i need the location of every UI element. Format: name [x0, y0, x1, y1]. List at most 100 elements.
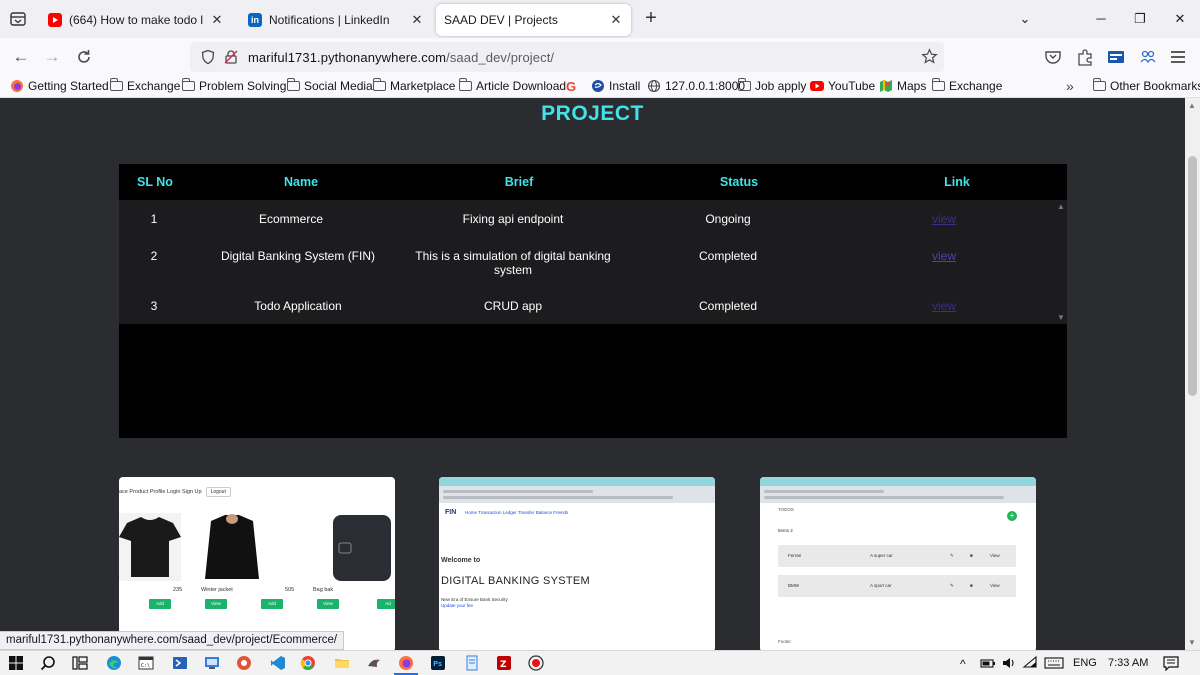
close-window-button[interactable]: ✕: [1171, 10, 1189, 28]
firefox-icon[interactable]: [398, 655, 414, 671]
youtube-icon: [48, 13, 62, 27]
new-tab-button[interactable]: +: [640, 8, 662, 30]
file-explorer-icon[interactable]: [334, 655, 350, 671]
task-view-icon[interactable]: [72, 655, 88, 671]
thumbnail-logout: Logout: [205, 487, 231, 497]
clock[interactable]: 7:33 AM: [1108, 657, 1148, 669]
search-icon[interactable]: [40, 655, 56, 671]
reload-icon[interactable]: [74, 47, 94, 67]
bookmark-article-download[interactable]: Article Download: [459, 78, 567, 93]
project-thumbnail-ecommerce[interactable]: ace Product Profile Login Sign Up Logout …: [119, 477, 395, 650]
folder-icon: [287, 78, 300, 91]
language-indicator[interactable]: ENG: [1073, 657, 1097, 669]
restore-button[interactable]: ❐: [1131, 10, 1149, 28]
powershell-icon[interactable]: [172, 655, 188, 671]
view-link[interactable]: view: [932, 212, 956, 226]
tab-youtube[interactable]: (664) How to make todo list app ✕: [40, 4, 232, 36]
extension-card-icon[interactable]: [1106, 47, 1126, 67]
tray-chevron-icon[interactable]: ^: [960, 657, 966, 671]
minimize-button[interactable]: ─: [1092, 10, 1110, 28]
bookmark-install[interactable]: Install: [591, 79, 640, 93]
notepad-icon[interactable]: [464, 655, 480, 671]
tab-projects[interactable]: SAAD DEV | Projects ✕: [436, 4, 631, 36]
column-header-status: Status: [719, 175, 759, 189]
tab-linkedin[interactable]: in Notifications | LinkedIn ✕: [240, 4, 432, 36]
table-scrollbar[interactable]: ▲ ▼: [1055, 200, 1067, 324]
navigation-toolbar: ← → mariful1731.pythonanywhere.com/saad_…: [0, 38, 1200, 76]
bookmark-marketplace[interactable]: Marketplace: [373, 78, 455, 93]
volume-icon[interactable]: [1001, 655, 1017, 671]
keyboard-icon[interactable]: [1044, 655, 1064, 671]
page-content: PROJECT SL No Name Brief Status Link 1 E…: [0, 98, 1185, 650]
bookmarks-toolbar: Getting Started Exchange Problem Solving…: [0, 76, 1200, 98]
terminal-icon[interactable]: C:\: [138, 655, 154, 671]
battery-icon[interactable]: [980, 655, 996, 671]
filezilla-icon[interactable]: Z: [496, 655, 512, 671]
wifi-icon[interactable]: [1022, 655, 1038, 671]
thumbnail-todos-label: TODOS: [778, 507, 794, 512]
bookmark-label: Article Download: [476, 79, 567, 93]
project-thumbnail-todo[interactable]: TODOS + Items 2 Ferrari A super car ✎ ■ …: [760, 477, 1036, 650]
address-bar[interactable]: mariful1731.pythonanywhere.com/saad_dev/…: [190, 42, 944, 72]
shield-icon[interactable]: [200, 49, 216, 65]
bookmark-localhost[interactable]: 127.0.0.1:8000: [647, 79, 745, 93]
thumbnail-welcome: Welcome to: [441, 557, 481, 564]
record-icon[interactable]: [528, 655, 544, 671]
thumbnail-tab-bar: [439, 477, 715, 486]
list-all-tabs-icon[interactable]: [8, 9, 28, 29]
scroll-up-icon[interactable]: ▲: [1188, 101, 1196, 110]
bookmark-label: 127.0.0.1:8000: [665, 79, 746, 93]
pocket-icon[interactable]: [1043, 47, 1063, 67]
photoshop-icon[interactable]: Ps: [430, 655, 446, 671]
bookmark-other[interactable]: Other Bookmarks: [1093, 78, 1200, 93]
extensions-icon[interactable]: [1075, 47, 1095, 67]
vscode-icon[interactable]: [270, 655, 286, 671]
scroll-down-icon[interactable]: ▼: [1057, 313, 1065, 322]
bookmark-star-icon[interactable]: [921, 48, 938, 65]
bookmark-getting-started[interactable]: Getting Started: [10, 79, 109, 93]
bookmark-job-apply[interactable]: Job apply: [738, 78, 806, 93]
bookmark-exchange[interactable]: Exchange: [110, 78, 180, 93]
scroll-down-icon[interactable]: ▼: [1188, 638, 1196, 647]
page-scrollbar[interactable]: ▲ ▼: [1185, 98, 1200, 650]
app-bird-icon[interactable]: [366, 655, 382, 671]
remote-desktop-icon[interactable]: [204, 655, 220, 671]
forward-button[interactable]: →: [42, 47, 62, 67]
youtube-icon: [810, 81, 824, 91]
bookmark-google[interactable]: G: [566, 79, 576, 94]
table-body[interactable]: 1 Ecommerce Fixing api endpoint Ongoing …: [119, 200, 1067, 324]
bookmark-youtube[interactable]: YouTube: [810, 79, 875, 93]
back-button[interactable]: ←: [11, 47, 31, 67]
insecure-lock-icon[interactable]: [223, 49, 239, 65]
bookmark-label: Social Media: [304, 79, 373, 93]
view-link[interactable]: view: [932, 249, 956, 263]
extension-people-icon[interactable]: [1138, 47, 1158, 67]
project-thumbnail-banking[interactable]: FIN Home Transaction Ledger Transfer Bal…: [439, 477, 715, 650]
linkedin-icon: in: [248, 13, 262, 27]
product-label: Winter jacket: [201, 587, 233, 593]
windows-start-icon[interactable]: [8, 655, 24, 671]
bookmark-label: YouTube: [828, 79, 876, 93]
close-tab-icon[interactable]: ✕: [210, 13, 224, 27]
thumbnail-bookmark-line: [764, 496, 1004, 499]
bookmark-social-media[interactable]: Social Media: [287, 78, 373, 93]
close-tab-icon[interactable]: ✕: [410, 13, 424, 27]
close-tab-icon[interactable]: ✕: [609, 13, 623, 27]
thumbnail-nav: ace Product Profile Login Sign Up Logout: [119, 487, 231, 497]
chrome-icon[interactable]: [300, 655, 316, 671]
app-red-circle-icon[interactable]: [236, 655, 252, 671]
cell-brief: This is a simulation of digital banking …: [415, 249, 611, 277]
bookmark-exchange-2[interactable]: Exchange: [932, 78, 1002, 93]
svg-text:Ps: Ps: [433, 660, 442, 668]
view-link[interactable]: view: [932, 299, 956, 313]
bookmark-problem-solving[interactable]: Problem Solving: [182, 78, 286, 93]
scroll-up-icon[interactable]: ▲: [1057, 202, 1065, 211]
scrollbar-thumb[interactable]: [1188, 156, 1197, 396]
notification-icon[interactable]: [1163, 655, 1179, 671]
chevron-down-icon[interactable]: ⌄: [1016, 10, 1034, 28]
menu-icon[interactable]: [1168, 47, 1188, 67]
product-label: Bag bak: [313, 587, 334, 593]
more-bookmarks-icon[interactable]: »: [1066, 78, 1074, 94]
bookmark-maps[interactable]: Maps: [879, 79, 926, 93]
edge-icon[interactable]: [106, 655, 122, 671]
